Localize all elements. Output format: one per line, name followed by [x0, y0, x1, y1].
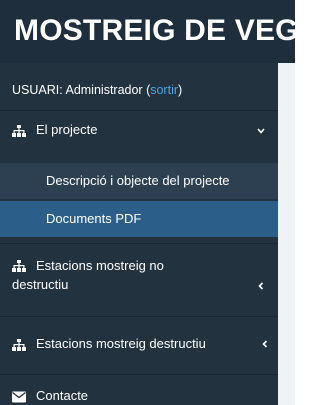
menu-item-project[interactable]: El projecte [0, 110, 278, 150]
app-header: MOSTREIG DE VEG [0, 0, 295, 63]
submenu-item-description-label: Descripció i objecte del projecte [46, 173, 230, 188]
menu-item-contact-label: Contacte [36, 388, 89, 403]
submenu-item-documents-pdf[interactable]: Documents PDF [0, 201, 278, 237]
chevron-left-icon [258, 282, 264, 290]
user-label-suffix: ) [178, 83, 183, 97]
sidebar: USUARI: Administrador (sortir) El projec… [0, 63, 278, 405]
submenu-item-documents-pdf-label: Documents PDF [46, 211, 142, 226]
logout-link[interactable]: sortir [150, 83, 178, 97]
app-title: MOSTREIG DE VEG [14, 14, 295, 47]
menu-item-nondestructive-label-line2: destructiu [12, 277, 69, 292]
submenu-item-description[interactable]: Descripció i objecte del projecte [0, 163, 278, 199]
user-info: USUARI: Administrador (sortir) [12, 83, 182, 97]
chevron-down-icon [257, 128, 265, 134]
envelope-icon [12, 391, 26, 403]
menu-item-destructive-label: Estacions mostreig destructiu [36, 336, 206, 351]
menu-item-project-label: El projecte [36, 122, 98, 137]
sitemap-icon [12, 339, 26, 351]
sitemap-icon [12, 260, 26, 272]
menu-item-contact[interactable]: Contacte [0, 374, 278, 405]
chevron-left-icon [262, 340, 268, 348]
submenu-project: Descripció i objecte del projecte Docume… [0, 163, 278, 239]
main-content [278, 63, 295, 405]
menu-item-destructive[interactable]: Estacions mostreig destructiu [0, 316, 278, 371]
menu-item-nondestructive-label-line1: Estacions mostreig no [36, 258, 164, 273]
menu-item-nondestructive[interactable]: Estacions mostreig no destructiu [0, 243, 278, 313]
sitemap-icon [12, 125, 26, 137]
user-label: USUARI: Administrador ( [12, 83, 151, 97]
